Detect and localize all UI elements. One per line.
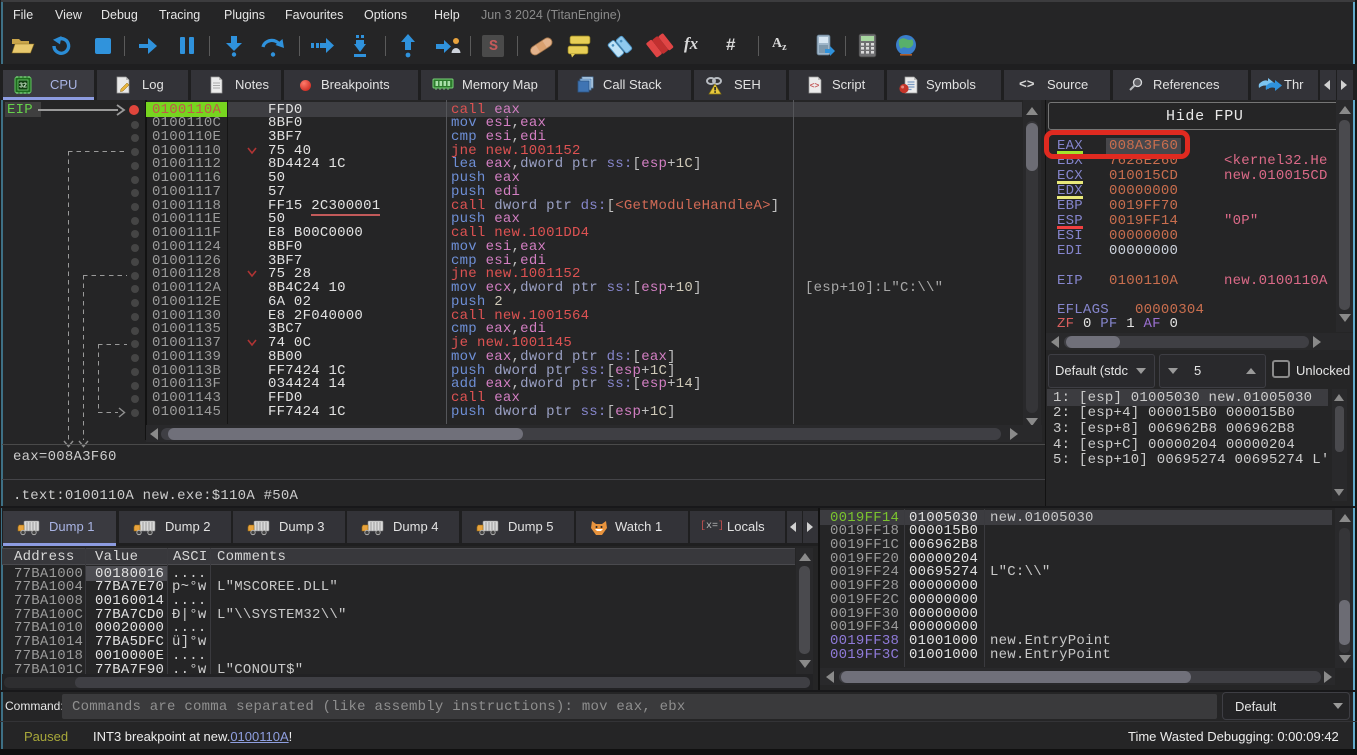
svg-text:<>: <> (810, 82, 820, 91)
svg-text:32: 32 (19, 83, 27, 90)
